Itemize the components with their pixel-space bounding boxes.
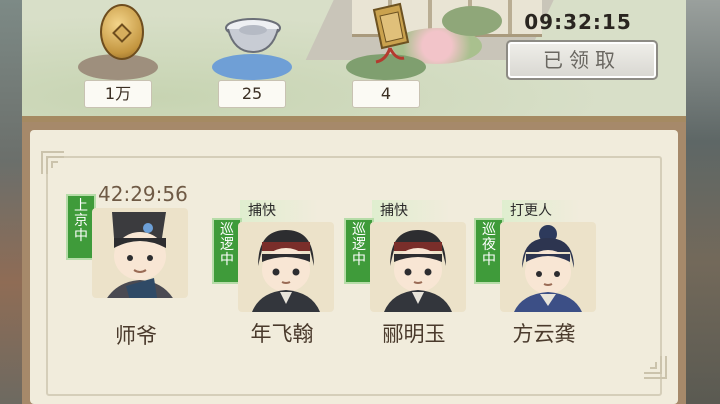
member-card[interactable]: 上京中 师爷 xyxy=(66,188,206,368)
reward-token: 4 xyxy=(334,0,434,112)
reward-count: 25 xyxy=(218,80,286,108)
coin-hole xyxy=(112,23,132,43)
member-card[interactable]: 捕快 巡逻中 郦明玉 xyxy=(344,188,484,368)
reward-count: 4 xyxy=(352,80,420,108)
avatar xyxy=(500,222,596,312)
reward-coin: 1万 xyxy=(66,0,166,112)
coin-icon xyxy=(100,4,144,60)
roster-frame: 42:29:56 上京中 师爷 捕快 巡逻中 年飞翰 捕快 巡逻中 郦明玉 打更… xyxy=(22,122,686,404)
job-label: 打更人 xyxy=(502,200,580,222)
roster-panel: 42:29:56 上京中 师爷 捕快 巡逻中 年飞翰 捕快 巡逻中 郦明玉 打更… xyxy=(30,130,678,404)
avatar xyxy=(92,208,188,298)
job-label: 捕快 xyxy=(240,200,318,222)
token-icon xyxy=(360,2,416,66)
job-label: 捕快 xyxy=(372,200,450,222)
corner-ornament xyxy=(41,151,64,174)
left-background xyxy=(0,0,22,404)
member-name: 郦明玉 xyxy=(382,322,446,346)
reward-timer: 09:32:15 xyxy=(524,10,632,34)
member-name: 年飞翰 xyxy=(250,322,314,346)
right-background xyxy=(686,0,720,404)
member-card[interactable]: 打更人 巡夜中 方云龚 xyxy=(474,188,614,368)
silver-ingot-icon xyxy=(224,18,282,54)
claimed-button[interactable]: 已领取 xyxy=(506,40,658,80)
member-card[interactable]: 捕快 巡逻中 年飞翰 xyxy=(212,188,352,368)
shrub xyxy=(442,6,502,36)
avatar xyxy=(238,222,334,312)
reward-shadow xyxy=(212,54,292,80)
reward-panel: 1万 25 4 09:32:15 已领取 xyxy=(22,0,686,122)
member-name: 师爷 xyxy=(115,324,157,348)
reward-ingot: 25 xyxy=(200,0,300,112)
reward-count: 1万 xyxy=(84,80,152,108)
avatar xyxy=(370,222,466,312)
corner-ornament xyxy=(644,356,667,379)
member-name: 方云龚 xyxy=(512,322,576,346)
